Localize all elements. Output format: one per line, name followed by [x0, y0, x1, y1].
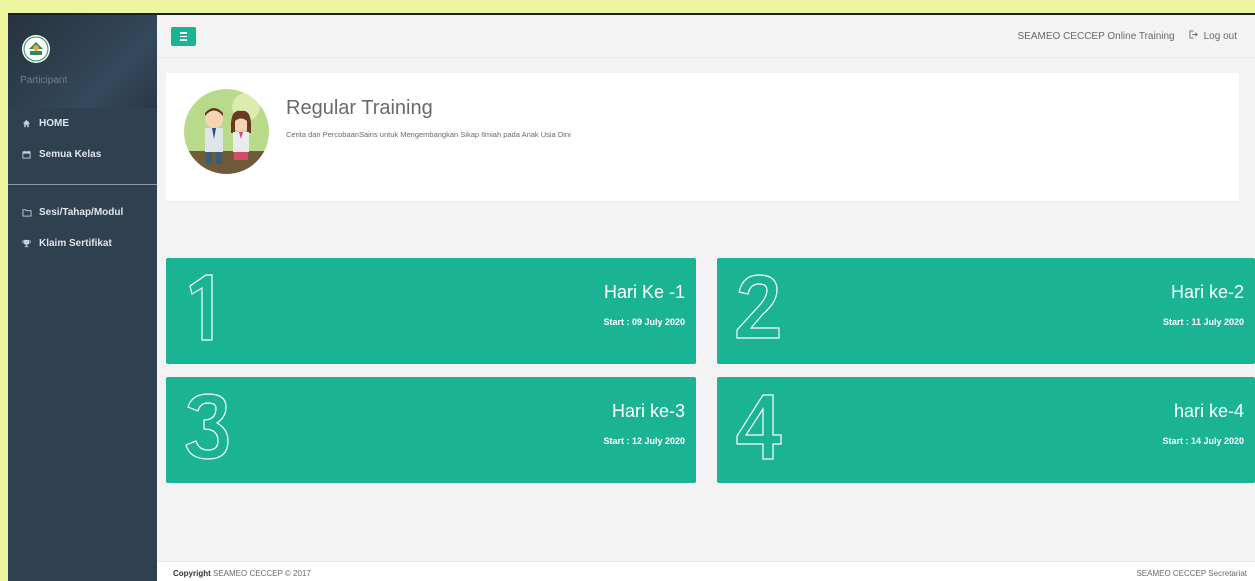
sidebar-item-sesi-tahap-modul[interactable]: Sesi/Tahap/Modul [8, 197, 157, 228]
course-avatar [184, 89, 269, 174]
home-icon [22, 119, 34, 128]
number-one-icon [189, 274, 213, 341]
site-name: SEAMEO CECCEP Online Training [1017, 30, 1175, 42]
copyright-label: Copyright [173, 569, 211, 578]
hamburger-icon [180, 32, 187, 34]
sidebar-header: Participant [8, 15, 157, 108]
sign-out-icon [1189, 30, 1199, 42]
calendar-icon [22, 150, 34, 159]
menu-toggle-button[interactable] [171, 27, 196, 46]
trophy-icon [22, 239, 34, 248]
number-four-icon [736, 394, 782, 460]
day-card-1[interactable]: Hari Ke -1 Start : 09 July 2020 [166, 258, 696, 364]
day-title: Hari ke-2 [1170, 282, 1244, 302]
sidebar-item-klaim-sertifikat[interactable]: Klaim Sertifikat [8, 228, 157, 259]
sidebar-divider [8, 184, 157, 185]
course-subtitle: Cerita dan PercobaanSains untuk Mengemba… [286, 130, 571, 139]
day-title: Hari ke-3 [611, 401, 685, 421]
day-card-3[interactable]: Hari ke-3 Start : 12 July 2020 [166, 377, 696, 483]
sidebar-item-semua-kelas[interactable]: Semua Kelas [8, 139, 157, 170]
top-navbar: SEAMEO CECCEP Online Training Log out [157, 15, 1255, 58]
footer-copyright: Copyright SEAMEO CECCEP © 2017 [173, 569, 311, 578]
sidebar-item-home[interactable]: HOME [8, 108, 157, 139]
logo[interactable] [22, 35, 50, 63]
folder-icon [22, 208, 34, 217]
user-role: Participant [20, 75, 68, 86]
number-three-icon [185, 393, 229, 460]
day-start-date: Start : 14 July 2020 [1162, 436, 1244, 446]
course-title: Regular Training [286, 97, 433, 119]
navbar-right: SEAMEO CECCEP Online Training Log out [1018, 30, 1237, 42]
day-title: hari ke-4 [1173, 401, 1244, 421]
day-title: Hari Ke -1 [603, 282, 685, 302]
sidebar: Participant HOME Semua Kelas Sesi/Tahap/… [8, 15, 157, 581]
course-header-card: Regular Training Cerita dan PercobaanSai… [166, 73, 1239, 202]
day-card-4[interactable]: hari ke-4 Start : 14 July 2020 [717, 377, 1255, 483]
day-start-date: Start : 11 July 2020 [1162, 317, 1244, 327]
day-start-date: Start : 12 July 2020 [603, 436, 685, 446]
logout-link[interactable]: Log out [1189, 30, 1237, 42]
sidebar-item-label: Semua Kelas [39, 149, 102, 160]
sidebar-item-label: Sesi/Tahap/Modul [39, 207, 124, 218]
logo-icon [23, 36, 49, 62]
app-window: Participant HOME Semua Kelas Sesi/Tahap/… [8, 13, 1255, 581]
sidebar-item-label: HOME [39, 118, 69, 129]
footer: Copyright SEAMEO CECCEP © 2017 SEAMEO CE… [157, 561, 1255, 581]
day-card-2[interactable]: Hari ke-2 Start : 11 July 2020 [717, 258, 1255, 364]
copyright-text: SEAMEO CECCEP © 2017 [210, 569, 311, 578]
day-start-date: Start : 09 July 2020 [603, 317, 685, 327]
logout-label: Log out [1203, 30, 1237, 42]
number-two-icon [736, 274, 780, 339]
sidebar-item-label: Klaim Sertifikat [39, 238, 112, 249]
footer-right-text: SEAMEO CECCEP Secretariat [1136, 569, 1247, 578]
